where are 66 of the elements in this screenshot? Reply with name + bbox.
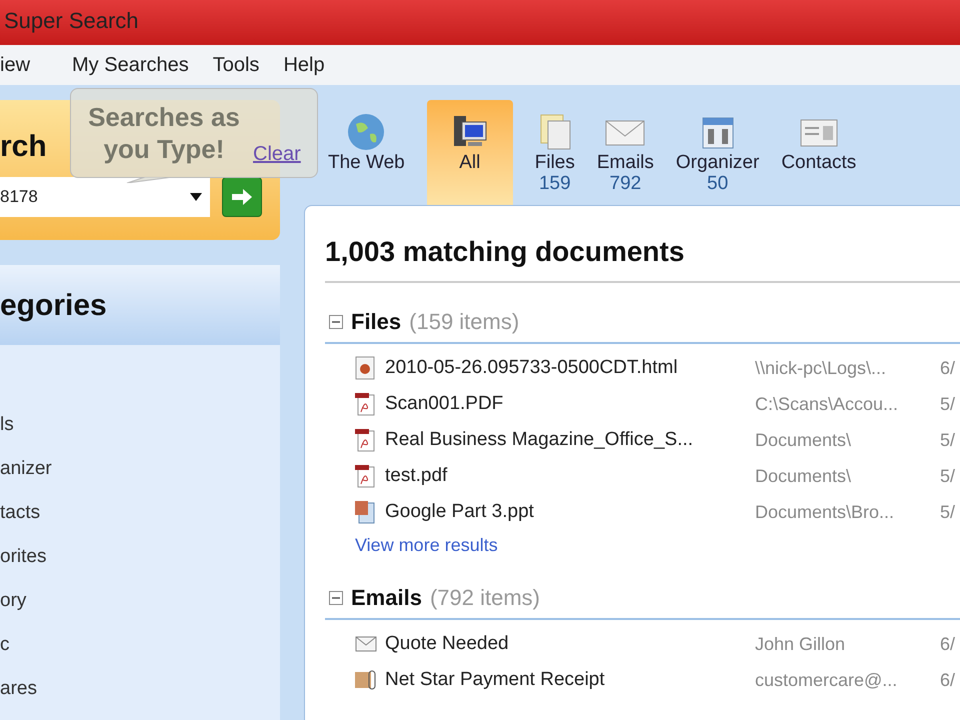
categories-heading: egories (0, 288, 107, 324)
result-date: 5/ (940, 500, 956, 524)
result-date: 6/ (940, 356, 956, 380)
group-count: (159 items) (409, 308, 520, 336)
group-title: Emails (351, 584, 422, 612)
result-date: 5/ (940, 392, 956, 416)
category-item[interactable]: ares (0, 677, 280, 701)
pdf-file-icon (355, 428, 375, 452)
result-location: John Gillon (755, 632, 846, 656)
attachment-mail-icon (355, 669, 377, 691)
pdf-file-icon (355, 464, 375, 488)
envelope-icon (355, 635, 377, 653)
result-date: 6/ (940, 668, 956, 692)
group-count: (792 items) (430, 584, 540, 612)
clear-link[interactable]: Clear (253, 139, 301, 169)
tooltip-text: Searches as you Type! (87, 101, 241, 165)
result-location: Documents\Bro... (755, 500, 896, 524)
category-item[interactable]: ory (0, 589, 280, 613)
result-name[interactable]: Scan001.PDF (385, 390, 755, 418)
menu-item[interactable]: Tools (212, 50, 260, 80)
pdf-file-icon (355, 392, 375, 416)
go-button[interactable] (222, 176, 262, 216)
result-date: 5/ (940, 428, 956, 452)
category-tab[interactable]: Organizer 50 (676, 100, 760, 205)
category-item[interactable]: tacts (0, 501, 280, 525)
result-location: \\nick-pc\Logs\... (755, 356, 888, 380)
right-arrow-icon (230, 186, 254, 206)
view-more-link[interactable]: View more results (355, 532, 960, 559)
tab-count: 159 (538, 174, 571, 194)
globe-icon (346, 112, 386, 152)
result-location: Documents\ (755, 464, 852, 488)
result-name[interactable]: Google Part 3.ppt (385, 498, 755, 526)
category-item[interactable]: ls (0, 413, 280, 437)
web-file-icon (355, 356, 375, 380)
category-tab[interactable]: The Web (328, 100, 405, 205)
tab-count: 50 (707, 174, 728, 194)
result-name[interactable]: 2010-05-26.095733-0500CDT.html (385, 354, 755, 382)
window-title: Super Search (4, 7, 139, 35)
result-location: C:\Scans\Accou... (755, 392, 900, 416)
result-name[interactable]: Net Star Payment Receipt (385, 666, 755, 694)
category-item[interactable]: orites (0, 545, 280, 569)
result-location: customercare@... (755, 668, 898, 692)
collapse-toggle[interactable] (329, 590, 343, 604)
collapse-toggle[interactable] (329, 314, 343, 328)
search-heading: rch (0, 128, 47, 164)
result-name[interactable]: Real Business Magazine_Office_S... (385, 426, 755, 454)
result-name[interactable]: test.pdf (385, 462, 755, 490)
result-name[interactable]: Quote Needed (385, 630, 755, 658)
category-item[interactable]: c (0, 633, 280, 657)
result-date: 6/ (940, 632, 956, 656)
tab-count: 792 (610, 174, 642, 194)
category-tab[interactable]: Contacts (781, 100, 856, 205)
result-date: 5/ (940, 464, 956, 488)
search-field[interactable]: 8178 (0, 176, 210, 216)
category-item[interactable]: anizer (0, 457, 280, 481)
result-location: Documents\ (755, 428, 852, 452)
category-tab[interactable]: Emails 792 (596, 100, 654, 205)
menu-item[interactable]: Help (283, 50, 325, 80)
category-tab[interactable]: All (426, 100, 513, 205)
menu-item[interactable]: iew (0, 50, 30, 80)
menu-item[interactable]: My Searches (72, 50, 189, 80)
results-heading: 1,003 matching documents (325, 236, 684, 267)
slides-file-icon (355, 500, 375, 524)
group-title: Files (351, 308, 402, 336)
dropdown-caret-icon (190, 192, 202, 200)
category-tab[interactable]: Files 159 (534, 100, 575, 205)
